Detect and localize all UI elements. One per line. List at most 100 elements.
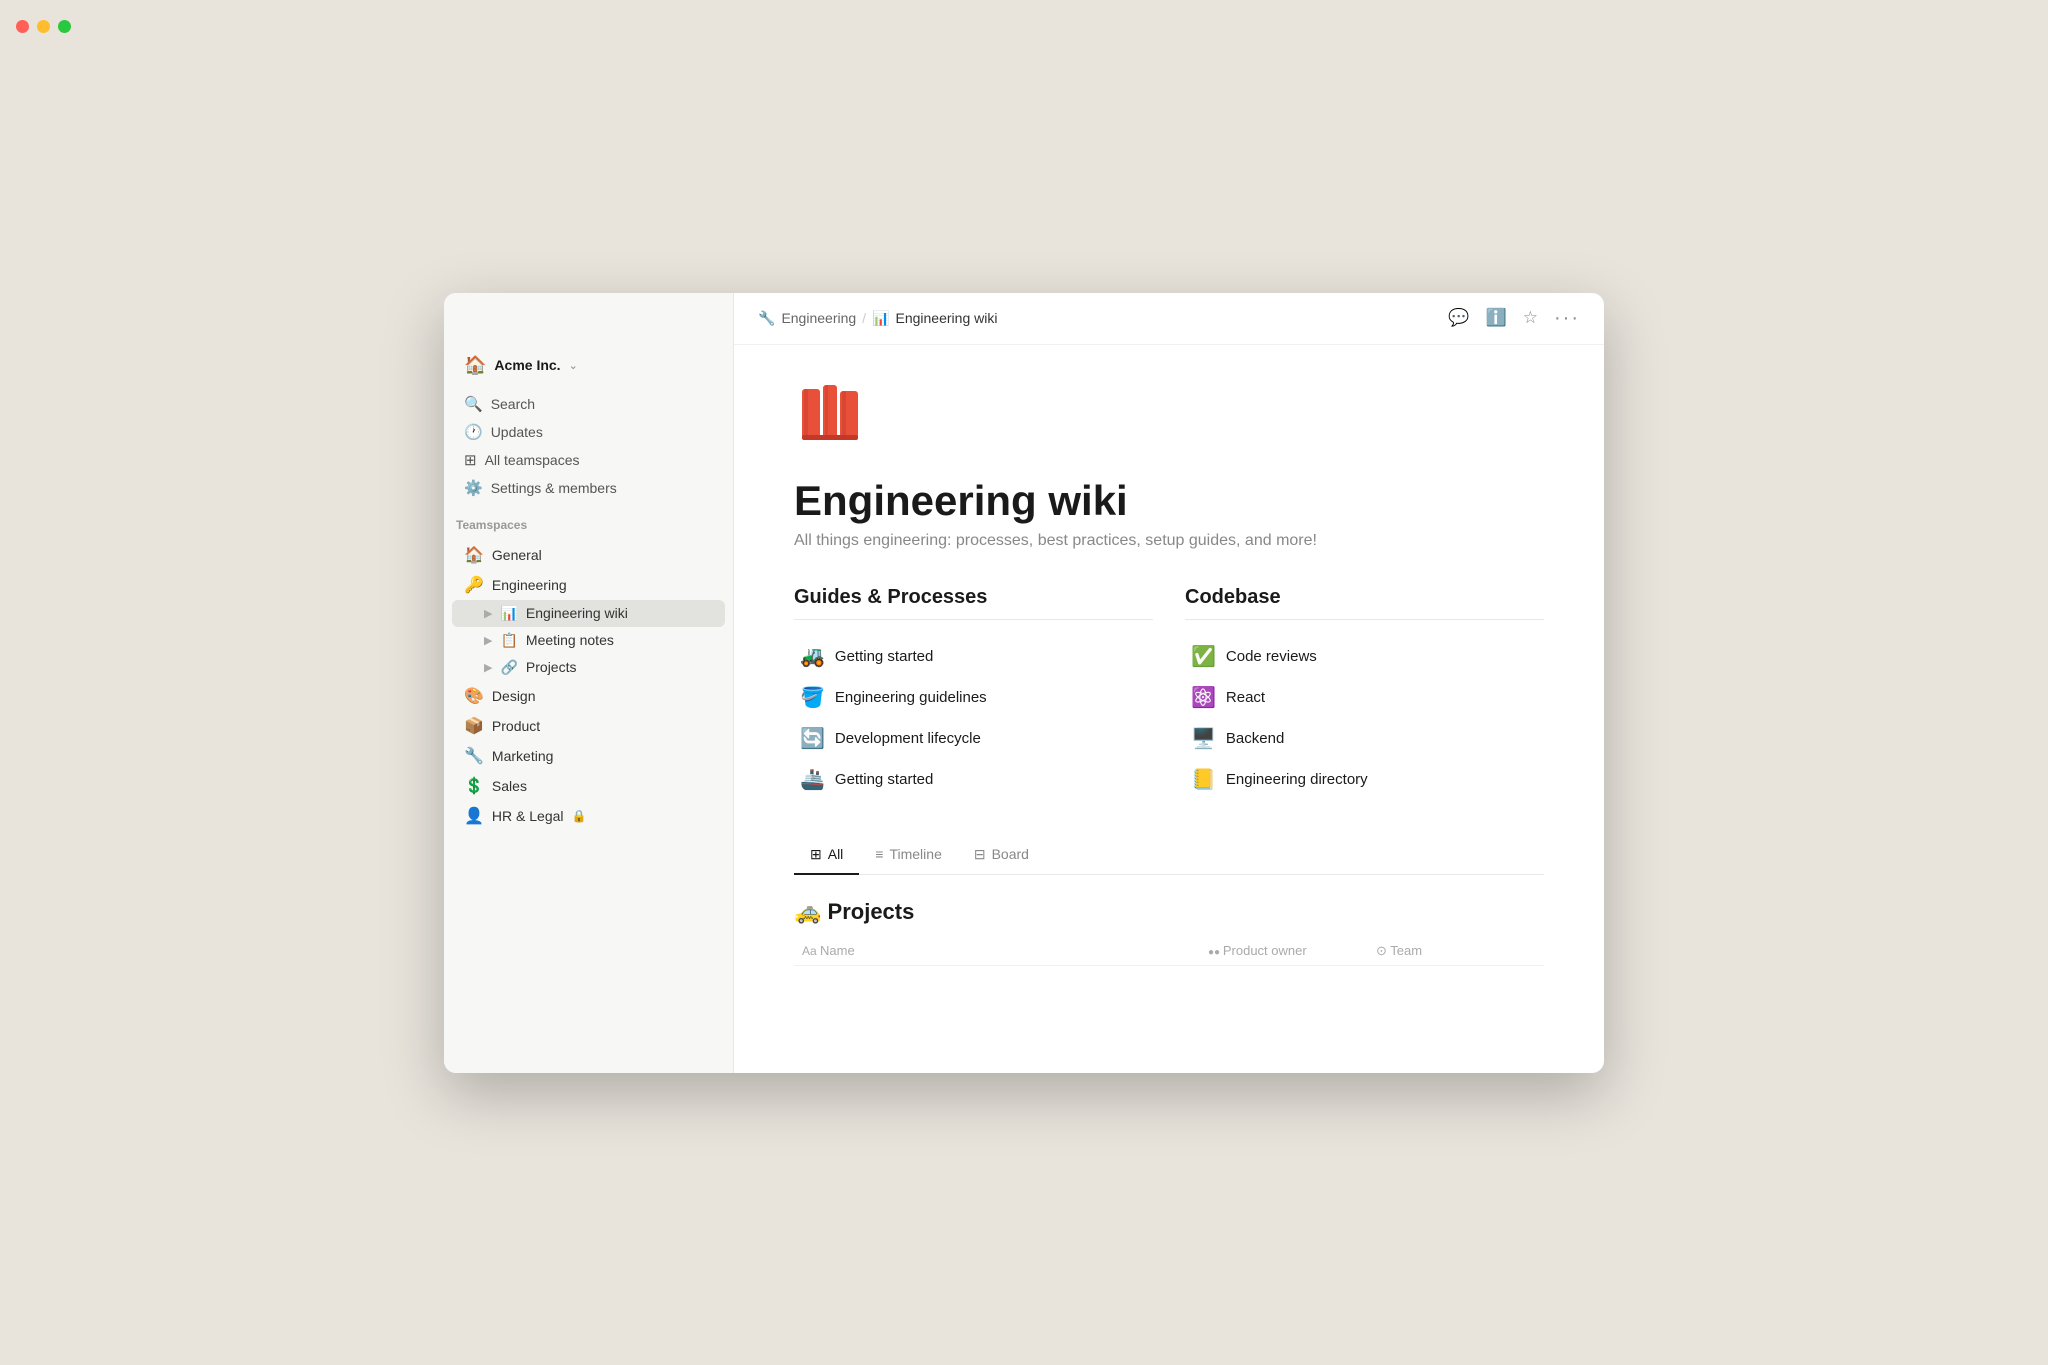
breadcrumb-parent: Engineering <box>781 310 856 326</box>
sections-grid: Guides & Processes 🚜 Getting started 🪣 E… <box>794 586 1544 800</box>
code-label-3: Engineering directory <box>1226 771 1368 788</box>
settings-icon: ⚙️ <box>464 479 483 497</box>
tab-all-label: All <box>828 846 844 862</box>
topbar: 🔧 Engineering / 📊 Engineering wiki 💬 ℹ️ … <box>734 293 1604 345</box>
general-icon: 🏠 <box>464 545 484 565</box>
projects-label: Projects <box>828 899 915 924</box>
col-team: ⊙ Team <box>1376 943 1536 959</box>
projects-emoji: 🚕 <box>794 899 821 924</box>
page-title: Engineering wiki <box>794 478 1544 524</box>
tab-timeline-icon: ≡ <box>875 846 883 862</box>
info-icon[interactable]: ℹ️ <box>1486 308 1507 328</box>
chevron-right-icon3: ▶ <box>484 661 492 674</box>
code-item-2[interactable]: 🖥️ Backend <box>1185 718 1544 759</box>
guide-label-0: Getting started <box>835 648 933 665</box>
tab-all-icon: ⊞ <box>810 846 822 863</box>
col-name-label: Name <box>820 943 855 958</box>
breadcrumb-current: Engineering wiki <box>896 310 998 326</box>
page-content: Engineering wiki All things engineering:… <box>734 345 1604 1073</box>
breadcrumb-current-icon: 📊 <box>872 310 889 327</box>
sidebar-label-design: Design <box>492 688 536 704</box>
col-product-owner: ●● Product owner <box>1208 943 1368 958</box>
projects-heading: 🚕 Projects <box>794 899 1544 925</box>
guide-item-3[interactable]: 🚢 Getting started <box>794 759 1153 800</box>
projects-icon: 🔗 <box>500 659 517 676</box>
nav-updates-label: Updates <box>491 424 543 440</box>
guide-emoji-2: 🔄 <box>800 726 825 751</box>
sidebar-label-engineering: Engineering <box>492 577 567 593</box>
sidebar-label-sales: Sales <box>492 778 527 794</box>
code-label-0: Code reviews <box>1226 648 1317 665</box>
sidebar-item-projects[interactable]: ▶ 🔗 Projects <box>452 654 725 681</box>
sidebar-label-hr: HR & Legal <box>492 808 564 824</box>
breadcrumb: 🔧 Engineering / 📊 Engineering wiki <box>758 310 997 327</box>
guide-item-1[interactable]: 🪣 Engineering guidelines <box>794 677 1153 718</box>
nav-updates[interactable]: 🕐 Updates <box>452 418 725 446</box>
hr-icon: 👤 <box>464 806 484 826</box>
nav-teamspaces[interactable]: ⊞ All teamspaces <box>452 446 725 474</box>
sales-icon: 💲 <box>464 776 484 796</box>
app-window: 🏠 Acme Inc. ⌄ 🔍 Search 🕐 Updates ⊞ All t… <box>444 293 1604 1073</box>
teamspaces-icon: ⊞ <box>464 451 477 469</box>
design-icon: 🎨 <box>464 686 484 706</box>
page-subtitle: All things engineering: processes, best … <box>794 532 1544 550</box>
codebase-section: Codebase ✅ Code reviews ⚛️ React 🖥️ Back… <box>1185 586 1544 800</box>
nav-search-label: Search <box>491 396 535 412</box>
code-item-1[interactable]: ⚛️ React <box>1185 677 1544 718</box>
search-icon: 🔍 <box>464 395 483 413</box>
nav-search[interactable]: 🔍 Search <box>452 390 725 418</box>
tab-board[interactable]: ⊟ Board <box>958 836 1045 875</box>
tab-timeline[interactable]: ≡ Timeline <box>859 836 958 874</box>
code-item-0[interactable]: ✅ Code reviews <box>1185 636 1544 677</box>
code-item-3[interactable]: 📒 Engineering directory <box>1185 759 1544 800</box>
col-name: Aa Name <box>802 943 1200 958</box>
guide-emoji-1: 🪣 <box>800 685 825 710</box>
teamspaces-section-label: Teamspaces <box>444 506 733 536</box>
code-emoji-3: 📒 <box>1191 767 1216 792</box>
breadcrumb-parent-icon: 🔧 <box>758 310 775 327</box>
guide-item-2[interactable]: 🔄 Development lifecycle <box>794 718 1153 759</box>
sidebar-item-general[interactable]: 🏠 General <box>452 540 725 570</box>
updates-icon: 🕐 <box>464 423 483 441</box>
more-icon[interactable]: ··· <box>1554 307 1580 330</box>
col-product-owner-label: Product owner <box>1223 943 1307 958</box>
comment-icon[interactable]: 💬 <box>1448 308 1469 328</box>
chevron-right-icon2: ▶ <box>484 634 492 647</box>
sidebar-item-meeting-notes[interactable]: ▶ 📋 Meeting notes <box>452 627 725 654</box>
sidebar-item-engineering-wiki[interactable]: ▶ 📊 Engineering wiki <box>452 600 725 627</box>
nav-settings[interactable]: ⚙️ Settings & members <box>452 474 725 502</box>
tab-all[interactable]: ⊞ All <box>794 836 859 875</box>
sidebar-item-design[interactable]: 🎨 Design <box>452 681 725 711</box>
breadcrumb-separator: / <box>862 310 866 326</box>
code-emoji-0: ✅ <box>1191 644 1216 669</box>
nav-settings-label: Settings & members <box>491 480 617 496</box>
col-team-icon: ⊙ <box>1376 943 1390 958</box>
guide-label-1: Engineering guidelines <box>835 689 987 706</box>
tab-timeline-label: Timeline <box>889 846 941 862</box>
tab-board-icon: ⊟ <box>974 846 986 863</box>
guides-heading: Guides & Processes <box>794 586 1153 620</box>
sidebar-label-wiki: Engineering wiki <box>526 605 628 621</box>
sidebar-item-product[interactable]: 📦 Product <box>452 711 725 741</box>
workspace-selector[interactable]: 🏠 Acme Inc. ⌄ <box>452 349 725 382</box>
sidebar-item-hr-legal[interactable]: 👤 HR & Legal 🔒 <box>452 801 725 831</box>
guide-item-0[interactable]: 🚜 Getting started <box>794 636 1153 677</box>
sidebar-label-product: Product <box>492 718 540 734</box>
lock-icon: 🔒 <box>572 809 587 823</box>
guide-label-3: Getting started <box>835 771 933 788</box>
code-label-2: Backend <box>1226 730 1284 747</box>
col-team-label: Team <box>1390 943 1422 958</box>
guides-section: Guides & Processes 🚜 Getting started 🪣 E… <box>794 586 1153 800</box>
sidebar-item-sales[interactable]: 💲 Sales <box>452 771 725 801</box>
sidebar-item-marketing[interactable]: 🔧 Marketing <box>452 741 725 771</box>
star-icon[interactable]: ☆ <box>1523 308 1538 328</box>
workspace-chevron-icon: ⌄ <box>569 359 578 372</box>
guide-emoji-3: 🚢 <box>800 767 825 792</box>
workspace-name: Acme Inc. <box>494 357 560 373</box>
col-product-owner-icon: ●● <box>1208 947 1223 958</box>
sidebar-item-engineering[interactable]: 🔑 Engineering <box>452 570 725 600</box>
topbar-actions: 💬 ℹ️ ☆ ··· <box>1448 307 1580 330</box>
col-name-icon: Aa <box>802 944 820 958</box>
code-emoji-1: ⚛️ <box>1191 685 1216 710</box>
sidebar-label-marketing: Marketing <box>492 748 553 764</box>
